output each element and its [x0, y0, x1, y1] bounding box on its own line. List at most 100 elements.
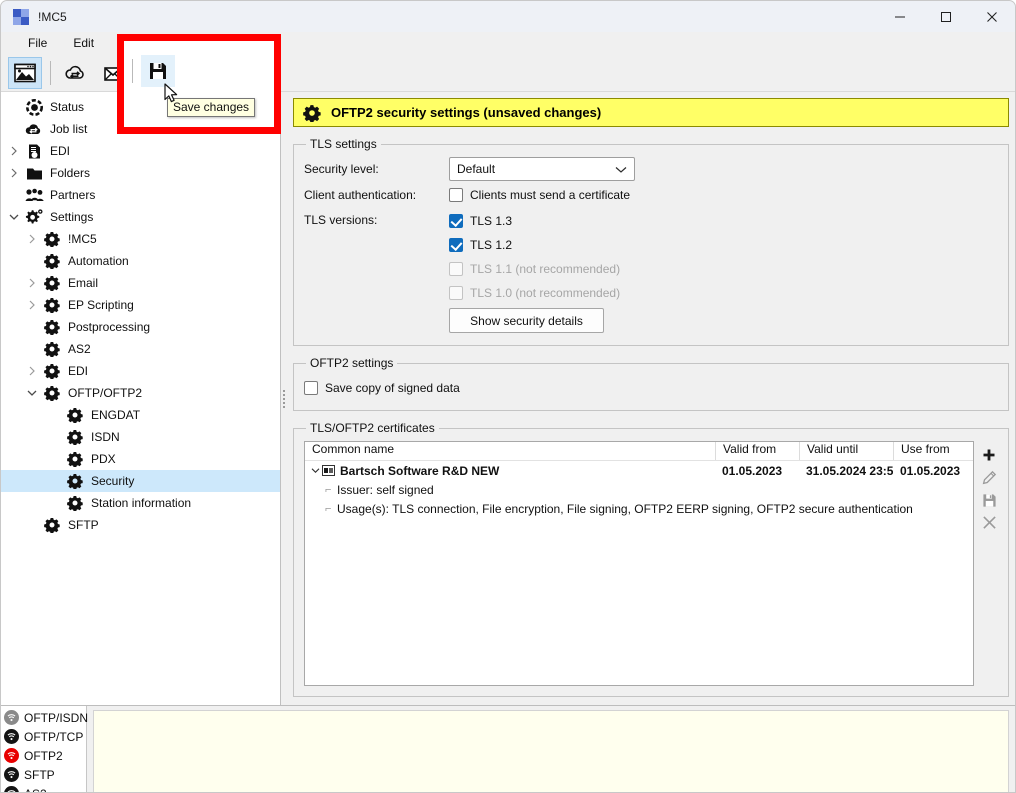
security-level-value: Default [449, 157, 635, 181]
sidebar-item-settings[interactable]: Settings [1, 206, 280, 228]
settings-gear-icon [23, 208, 45, 226]
sidebar-item-label: Status [50, 100, 85, 114]
column-header-valid-from[interactable]: Valid from [715, 442, 799, 460]
chevron-right-icon[interactable] [5, 162, 23, 184]
sidebar-item-folders[interactable]: Folders [1, 162, 280, 184]
column-header-use-from[interactable]: Use from [893, 442, 973, 460]
close-button[interactable] [969, 1, 1015, 32]
chevron-right-icon[interactable] [23, 272, 41, 294]
status-circle-icon [23, 98, 45, 116]
certificate-common-name: Bartsch Software R&D NEW [340, 463, 500, 478]
chevron-right-icon[interactable] [23, 228, 41, 250]
maximize-button[interactable] [923, 1, 969, 32]
chevron-down-icon[interactable] [308, 467, 322, 474]
tree-branch-icon: ⌐ [325, 483, 332, 496]
tree-branch-icon: ⌐ [325, 502, 332, 515]
chevron-right-icon[interactable] [23, 360, 41, 382]
sidebar-item-mc5[interactable]: !MC5 [1, 228, 280, 250]
chevron-right-icon[interactable] [23, 294, 41, 316]
sidebar-item-label: Email [68, 276, 99, 290]
sidebar-item-label: AS2 [68, 342, 91, 356]
job-list-cloud-icon [23, 121, 45, 137]
gear-icon [41, 363, 63, 379]
security-level-select[interactable]: Default [449, 157, 635, 181]
tls-12-checkbox[interactable]: TLS 1.2 [449, 233, 998, 257]
sidebar-item-label: ISDN [91, 430, 120, 444]
sidebar-item-sftp[interactable]: SFTP [1, 514, 280, 536]
column-header-valid-until[interactable]: Valid until [799, 442, 893, 460]
sidebar-item-label: OFTP/OFTP2 [68, 386, 143, 400]
protocol-status-as2[interactable]: AS2 [1, 784, 86, 792]
sidebar-item-label: Folders [50, 166, 91, 180]
save-certificate-button[interactable] [976, 489, 1002, 511]
toolbar-separator [50, 60, 51, 85]
title-bar: !MC5 [1, 1, 1015, 32]
protocol-status-list: OFTP/ISDN OFTP/TCP OFTP2 SFTP [1, 706, 88, 792]
protocol-status-oftp-isdn[interactable]: OFTP/ISDN [1, 708, 88, 727]
edit-certificate-button[interactable] [976, 467, 1002, 489]
body-area: Status Job list EDI Folders Partners Set… [1, 92, 1015, 705]
tls-versions-label: TLS versions: [304, 213, 378, 227]
chevron-down-icon[interactable] [23, 382, 41, 404]
gear-icon [41, 385, 63, 401]
sidebar-item-oftp-oftp2[interactable]: OFTP/OFTP2 [1, 382, 280, 404]
partners-people-icon [23, 188, 45, 203]
sidebar-item-engdat[interactable]: ENGDAT [1, 404, 280, 426]
sidebar-item-label: Postprocessing [68, 320, 151, 334]
sidebar-item-station-information[interactable]: Station information [1, 492, 280, 514]
table-row[interactable]: Bartsch Software R&D NEW 01.05.2023 31.0… [305, 461, 973, 480]
sidebar-item-edi[interactable]: EDI [1, 140, 280, 162]
sidebar-item-security[interactable]: Security [1, 470, 280, 492]
gear-icon [41, 297, 63, 313]
sidebar-item-isdn[interactable]: ISDN [1, 426, 280, 448]
sidebar-item-email[interactable]: Email [1, 272, 280, 294]
sidebar-item-partners[interactable]: Partners [1, 184, 280, 206]
tls-13-checkbox[interactable]: TLS 1.3 [449, 209, 998, 233]
add-certificate-button[interactable] [976, 445, 1002, 467]
edi-document-icon [23, 143, 45, 160]
checkbox-box [449, 262, 463, 276]
certificate-detail-issuer: ⌐ Issuer: self signed [305, 480, 973, 499]
save-copy-of-signed-data-checkbox[interactable]: Save copy of signed data [304, 376, 998, 400]
log-output-area [93, 710, 1009, 792]
certificate-valid-until: 31.05.2024 23:5… [806, 463, 893, 478]
sidebar-item-pdx[interactable]: PDX [1, 448, 280, 470]
chevron-right-icon[interactable] [5, 140, 23, 162]
certificate-detail-usages: ⌐ Usage(s): TLS connection, File encrypt… [305, 499, 973, 518]
protocol-status-sftp[interactable]: SFTP [1, 765, 86, 784]
sidebar-item-as2[interactable]: AS2 [1, 338, 280, 360]
chevron-down-icon[interactable] [5, 206, 23, 228]
overview-window-icon[interactable] [8, 56, 42, 89]
menu-edit[interactable]: Edit [60, 34, 107, 52]
certificate-use-from: 01.05.2023 [900, 463, 961, 478]
checkbox-label: Clients must send a certificate [470, 188, 631, 202]
menu-file[interactable]: File [15, 34, 60, 52]
show-security-details-button[interactable]: Show security details [449, 308, 604, 333]
sidebar-item-automation[interactable]: Automation [1, 250, 280, 272]
sidebar-item-ep-scripting[interactable]: EP Scripting [1, 294, 280, 316]
certificates-tree[interactable]: Common name Valid from Valid until Use f… [304, 441, 974, 686]
sidebar-item-postprocessing[interactable]: Postprocessing [1, 316, 280, 338]
gear-icon [64, 429, 86, 445]
sidebar-item-label: Partners [50, 188, 96, 202]
signal-icon [4, 729, 19, 744]
sidebar-item-edi-settings[interactable]: EDI [1, 360, 280, 382]
minimize-button[interactable] [877, 1, 923, 32]
protocol-status-oftp-tcp[interactable]: OFTP/TCP [1, 727, 86, 746]
signal-icon [4, 767, 19, 782]
settings-panel: OFTP2 security settings (unsaved changes… [287, 92, 1015, 705]
column-header-common-name[interactable]: Common name [305, 442, 715, 460]
cloud-transfer-icon[interactable] [59, 57, 93, 89]
security-level-label: Security level: [304, 162, 379, 176]
sidebar-item-label: SFTP [68, 518, 99, 532]
window-controls [877, 1, 1015, 32]
checkbox-box [449, 286, 463, 300]
clients-must-send-certificate-checkbox[interactable]: Clients must send a certificate [449, 183, 998, 207]
client-authentication-row: Client authentication: Clients must send… [304, 183, 998, 207]
protocol-status-oftp2[interactable]: OFTP2 [1, 746, 86, 765]
sidebar-item-label: ENGDAT [91, 408, 141, 422]
checkbox-box [449, 214, 463, 228]
delete-certificate-button[interactable] [976, 511, 1002, 533]
window-title: !MC5 [38, 9, 67, 24]
sidebar-item-label: !MC5 [68, 232, 97, 246]
